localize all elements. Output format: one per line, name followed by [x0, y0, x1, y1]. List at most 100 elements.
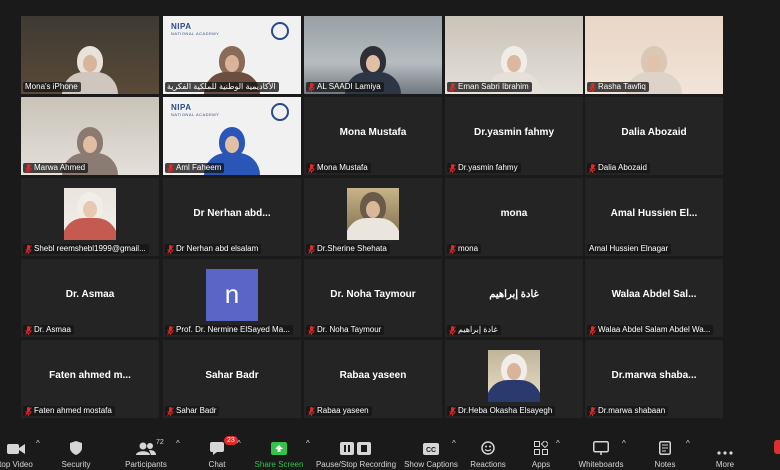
participant-display-name: Faten ahmed m... — [49, 370, 131, 381]
participant-name-label: Dr.yasmin fahmy — [447, 163, 521, 173]
chat-options-caret[interactable]: ^ — [237, 439, 241, 448]
participant-tile[interactable]: Dr.Sherine Shehata — [304, 178, 442, 256]
seal-logo-icon — [271, 22, 289, 40]
apps-icon — [534, 433, 548, 455]
participants-icon — [136, 433, 156, 455]
participant-tile[interactable]: Dr.Heba Okasha Elsayegh — [445, 340, 583, 418]
whiteboards-options-caret[interactable]: ^ — [622, 439, 626, 448]
participant-tile[interactable]: Amal Hussien El... Amal Hussien Elnagar — [585, 178, 723, 256]
participant-name-text: mona — [458, 244, 479, 253]
participant-name-text: Eman Sabri Ibrahim — [458, 82, 529, 91]
participant-display-name: Dr Nerhan abd... — [193, 208, 271, 219]
nipa-logo: NIPA NATIONAL ACADEMY — [171, 103, 220, 117]
participant-tile[interactable]: Dr. Noha Taymour Dr. Noha Taymour — [304, 259, 442, 337]
profile-photo — [488, 350, 540, 402]
video-options-caret[interactable]: ^ — [36, 439, 40, 448]
share-screen-button[interactable]: Share Screen — [254, 425, 304, 470]
mic-muted-icon — [25, 163, 32, 173]
ellipsis-icon — [717, 433, 733, 455]
participant-name-label: Dr Nerhan abd elsalam — [165, 244, 262, 254]
participant-name-label: Rabaa yaseen — [306, 406, 372, 416]
stop-video-label: top Video — [0, 460, 33, 469]
notes-icon — [659, 433, 671, 455]
participant-tile[interactable]: Marwa Ahmed — [21, 97, 159, 175]
participant-display-name: Amal Hussien El... — [610, 208, 698, 219]
participant-name-text: Walaa Abdel Salam Abdel Wa... — [598, 325, 711, 334]
captions-options-caret[interactable]: ^ — [452, 439, 456, 448]
chat-button[interactable]: Chat — [200, 425, 234, 470]
participant-tile[interactable]: AL SAADI Lamiya — [304, 16, 442, 94]
svg-text:CC: CC — [426, 447, 436, 454]
participant-tile[interactable]: Mona Mustafa Mona Mustafa — [304, 97, 442, 175]
participant-tile[interactable]: Sahar Badr Sahar Badr — [163, 340, 301, 418]
participant-name-text: Amal Hussien Elnagar — [589, 244, 669, 253]
participant-name-label: Dalia Abozaid — [587, 163, 650, 173]
reactions-label: Reactions — [470, 460, 506, 469]
participant-tile[interactable]: Rabaa yaseen Rabaa yaseen — [304, 340, 442, 418]
participants-button[interactable]: Participants — [122, 425, 170, 470]
mic-muted-icon — [449, 325, 456, 335]
participants-label: Participants — [125, 460, 167, 469]
participant-name-label: Walaa Abdel Salam Abdel Wa... — [587, 325, 714, 335]
participant-tile[interactable]: Walaa Abdel Sal... Walaa Abdel Salam Abde… — [585, 259, 723, 337]
participant-name-text: Prof. Dr. Nermine ElSayed Ma... — [176, 325, 290, 334]
participant-tile[interactable]: mona mona — [445, 178, 583, 256]
participant-tile[interactable]: Faten ahmed m... Faten ahmed mostafa — [21, 340, 159, 418]
apps-options-caret[interactable]: ^ — [556, 439, 560, 448]
participants-options-caret[interactable]: ^ — [176, 439, 180, 448]
pause-stop-recording-button[interactable]: Pause/Stop Recording — [314, 425, 398, 470]
participant-tile[interactable]: n Prof. Dr. Nermine ElSayed Ma... — [163, 259, 301, 337]
participant-name-text: Dr.Heba Okasha Elsayegh — [458, 406, 553, 415]
apps-label: Apps — [531, 460, 551, 469]
mic-muted-icon — [308, 163, 315, 173]
participant-tile[interactable]: Dr.marwa shaba... Dr.marwa shabaan — [585, 340, 723, 418]
participant-name-text: Dr. Asmaa — [34, 325, 71, 334]
notes-button[interactable]: Notes — [648, 425, 682, 470]
more-button[interactable]: More — [708, 425, 742, 470]
participant-tile[interactable]: Eman Sabri Ibrahim — [445, 16, 583, 94]
participant-tile[interactable]: NIPA NATIONAL ACADEMY الأكاديمية الوطنية ل… — [163, 16, 301, 94]
participant-name-text: Marwa Ahmed — [34, 163, 86, 172]
mic-muted-icon — [25, 244, 32, 254]
mic-muted-icon — [449, 406, 456, 416]
participant-tile[interactable]: Dr. Asmaa Dr. Asmaa — [21, 259, 159, 337]
captions-label: Show Captions — [404, 460, 458, 469]
initial-avatar: n — [206, 269, 258, 321]
whiteboards-button[interactable]: Whiteboards — [574, 425, 628, 470]
mic-muted-icon — [25, 406, 32, 416]
participant-name-text: الأكاديمية الوطنية للملكية الفكرية — [167, 82, 276, 91]
participant-name-text: غادة إبراهيم — [458, 325, 498, 334]
participant-display-name: Dr. Noha Taymour — [330, 289, 416, 300]
apps-button[interactable]: Apps — [524, 425, 558, 470]
security-button[interactable]: Security — [56, 425, 96, 470]
notes-options-caret[interactable]: ^ — [686, 439, 690, 448]
participant-name-text: Dr.Sherine Shehata — [317, 244, 387, 253]
reactions-button[interactable]: Reactions — [468, 425, 508, 470]
video-camera-icon — [7, 433, 25, 455]
mic-muted-icon — [25, 325, 32, 335]
participant-tile[interactable]: Mona's iPhone — [21, 16, 159, 94]
participant-tile[interactable]: Shebl reemshebl1999@gmail... — [21, 178, 159, 256]
participant-name-label: Mona's iPhone — [23, 82, 81, 92]
participant-display-name: Dalia Abozaid — [621, 127, 687, 138]
end-meeting-button[interactable] — [774, 440, 780, 454]
whiteboards-label: Whiteboards — [578, 460, 624, 469]
participant-name-label: mona — [447, 244, 482, 254]
mic-muted-icon — [308, 244, 315, 254]
share-options-caret[interactable]: ^ — [306, 439, 310, 448]
participant-tile[interactable]: Dr.yasmin fahmy Dr.yasmin fahmy — [445, 97, 583, 175]
participant-name-text: Dr. Noha Taymour — [317, 325, 382, 334]
stop-video-button[interactable]: top Video — [0, 425, 38, 470]
participant-tile[interactable]: Rasha Tawfiq — [585, 16, 723, 94]
participant-tile[interactable]: Dr Nerhan abd... Dr Nerhan abd elsalam — [163, 178, 301, 256]
participant-name-label: Rasha Tawfiq — [587, 82, 649, 92]
participant-tile[interactable]: NIPA NATIONAL ACADEMY Aml Faheem — [163, 97, 301, 175]
participant-tile[interactable]: Dalia Abozaid Dalia Abozaid — [585, 97, 723, 175]
chat-unread-badge: 23 — [224, 436, 238, 445]
participant-tile[interactable]: غادة إبراهيم غادة إبراهيم — [445, 259, 583, 337]
show-captions-button[interactable]: CC Show Captions — [404, 425, 458, 470]
participant-name-text: Rasha Tawfiq — [598, 82, 646, 91]
mic-muted-icon — [449, 163, 456, 173]
whiteboard-icon — [593, 433, 609, 455]
participant-name-text: Rabaa yaseen — [317, 406, 369, 415]
